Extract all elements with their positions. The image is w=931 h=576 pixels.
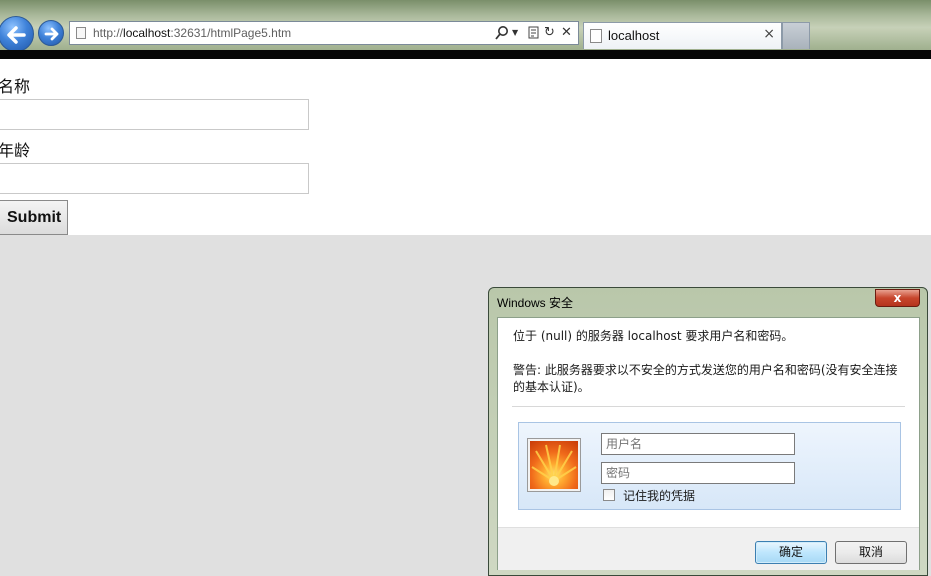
page-icon [76,27,86,39]
forward-button[interactable] [38,20,64,46]
page-content: 名称 年龄 Submit [0,59,931,235]
dialog-title: Windows 安全 [497,296,574,310]
dialog-footer: 确定 取消 [498,527,919,570]
close-tab-icon[interactable]: × [763,26,775,42]
browser-toolbar: http://localhost:32631/htmlPage5.htm ▼ ↻… [0,0,931,52]
toolbar-divider [0,50,931,59]
address-bar[interactable]: http://localhost:32631/htmlPage5.htm ▼ ↻… [69,21,579,45]
compatibility-icon[interactable] [528,25,540,46]
dialog-close-button[interactable]: x [875,289,920,307]
password-input[interactable] [601,462,795,484]
remember-credentials-label[interactable]: 记住我的凭据 [623,487,695,504]
close-icon: x [893,291,902,305]
dialog-warning-line2: 的基本认证)。 [513,380,590,394]
tab-title: localhost [608,28,660,43]
tab-localhost[interactable]: localhost × [583,22,782,49]
forward-arrow-icon [44,27,59,41]
remember-credentials-checkbox[interactable] [603,489,615,501]
credential-panel: 记住我的凭据 [518,422,901,510]
ok-button[interactable]: 确定 [755,541,827,564]
page-icon [590,29,602,43]
age-input[interactable] [0,163,309,194]
back-button[interactable] [0,16,34,52]
search-icon[interactable] [495,25,509,46]
refresh-icon[interactable]: ↻ [544,25,555,41]
user-avatar-icon [528,439,580,491]
name-label: 名称 [0,77,31,96]
windows-security-dialog: Windows 安全 x 位于 (null) 的服务器 localhost 要求… [488,287,928,576]
dialog-warning-line1: 警告: 此服务器要求以不安全的方式发送您的用户名和密码(没有安全连接 [513,363,898,377]
address-url[interactable]: http://localhost:32631/htmlPage5.htm [93,26,291,40]
back-arrow-icon [7,26,26,44]
username-input[interactable] [601,433,795,455]
dialog-message: 位于 (null) 的服务器 localhost 要求用户名和密码。 [513,329,794,343]
dialog-separator [512,406,905,407]
name-input[interactable] [0,99,309,130]
dialog-body: 位于 (null) 的服务器 localhost 要求用户名和密码。 警告: 此… [497,317,920,570]
cancel-button[interactable]: 取消 [835,541,907,564]
dropdown-icon[interactable]: ▼ [512,25,518,41]
submit-button[interactable]: Submit [0,200,68,235]
age-label: 年龄 [0,141,31,160]
new-tab-button[interactable] [782,22,810,49]
stop-icon[interactable]: ✕ [561,25,572,41]
